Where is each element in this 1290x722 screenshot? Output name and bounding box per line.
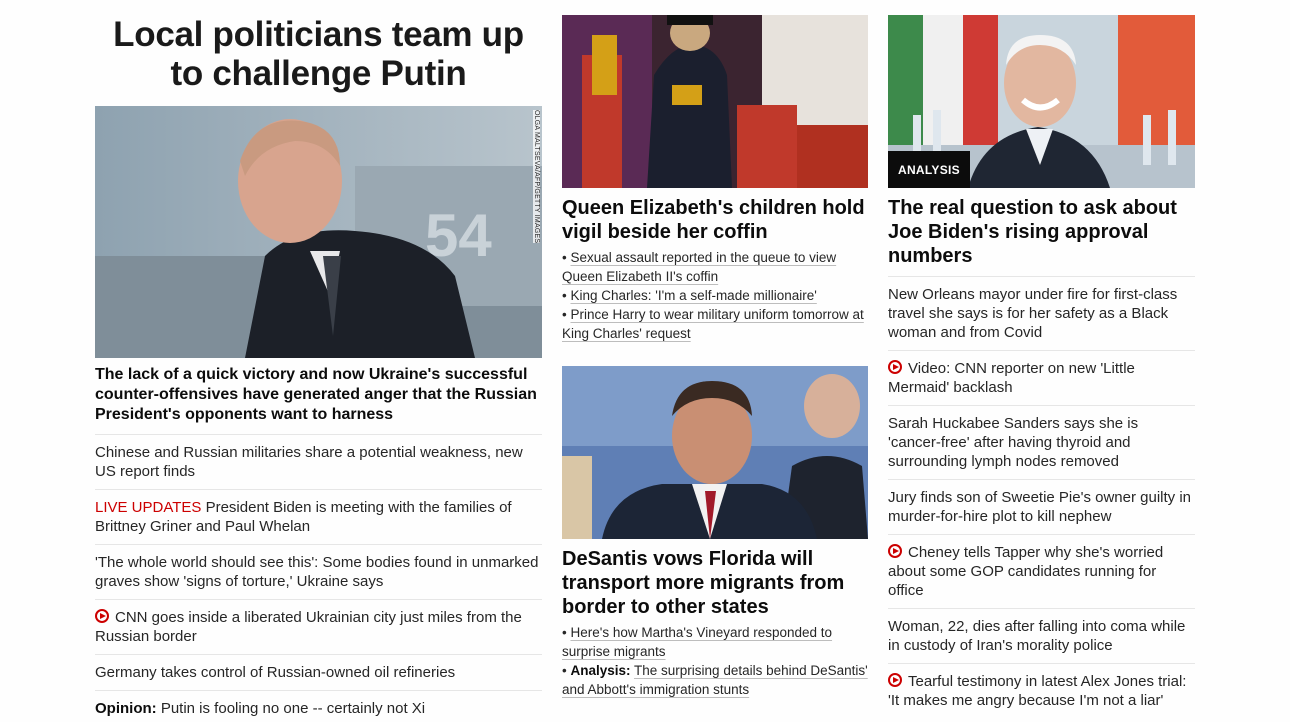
queen-vigil-headline[interactable]: Queen Elizabeth's children hold vigil be… [562,196,868,244]
desantis-related-links: • Here's how Martha's Vineyard responded… [562,623,868,699]
analysis-badge: ANALYSIS [888,151,970,188]
list-item[interactable]: • Analysis: The surprising details behin… [562,661,868,699]
list-item[interactable]: Chinese and Russian militaries share a p… [95,435,542,490]
list-item[interactable]: Opinion: Putin is fooling no one -- cert… [95,691,542,722]
list-item[interactable]: Tearful testimony in latest Alex Jones t… [888,664,1195,718]
list-item[interactable]: Sarah Huckabee Sanders says she is 'canc… [888,406,1195,480]
middle-column: Queen Elizabeth's children hold vigil be… [562,0,868,699]
col3-headline-list: New Orleans mayor under fire for first-c… [888,277,1195,718]
list-item[interactable]: Cheney tells Tapper why she's worried ab… [888,535,1195,609]
lead-story-column: Local politicians team up to challenge P… [95,0,542,722]
video-play-icon [888,544,902,558]
right-column: ANALYSIS The real question to ask about … [888,0,1195,718]
desantis-photo[interactable] [562,366,868,539]
video-play-icon [888,360,902,374]
desantis-headline[interactable]: DeSantis vows Florida will transport mor… [562,547,868,619]
list-item[interactable]: Jury finds son of Sweetie Pie's owner gu… [888,480,1195,535]
col1-headline-list: Chinese and Russian militaries share a p… [95,435,542,722]
video-play-icon [888,673,902,687]
opinion-label: Opinion: [95,700,157,717]
image-credit: OLGA MALTSEVA/AFP/GETTY IMAGES [533,110,540,244]
list-item[interactable]: Germany takes control of Russian-owned o… [95,655,542,691]
list-item[interactable]: Video: CNN reporter on new 'Little Merma… [888,351,1195,406]
queen-vigil-photo[interactable] [562,15,868,188]
list-item[interactable]: 'The whole world should see this': Some … [95,545,542,600]
lead-headline[interactable]: Local politicians team up to challenge P… [95,15,542,93]
lead-description[interactable]: The lack of a quick victory and now Ukra… [95,365,542,435]
list-item[interactable]: New Orleans mayor under fire for first-c… [888,277,1195,351]
list-item[interactable]: LIVE UPDATES President Biden is meeting … [95,490,542,545]
list-item[interactable]: • Sexual assault reported in the queue t… [562,248,868,286]
analysis-label: Analysis: [570,663,631,678]
list-item[interactable]: • Here's how Martha's Vineyard responded… [562,623,868,661]
list-item[interactable]: • King Charles: 'I'm a self-made million… [562,286,868,305]
putin-photo[interactable]: 54 OLGA MALTSEVA/AFP/GETTY IMAGES [95,106,542,358]
list-item[interactable]: CNN goes inside a liberated Ukrainian ci… [95,600,542,655]
biden-approval-headline[interactable]: The real question to ask about Joe Biden… [888,196,1195,277]
biden-photo[interactable]: ANALYSIS [888,15,1195,188]
list-item[interactable]: • Prince Harry to wear military uniform … [562,305,868,343]
list-item[interactable]: Woman, 22, dies after falling into coma … [888,609,1195,664]
queen-related-links: • Sexual assault reported in the queue t… [562,248,868,343]
video-play-icon [95,609,109,623]
live-updates-label[interactable]: LIVE UPDATES [95,499,201,516]
